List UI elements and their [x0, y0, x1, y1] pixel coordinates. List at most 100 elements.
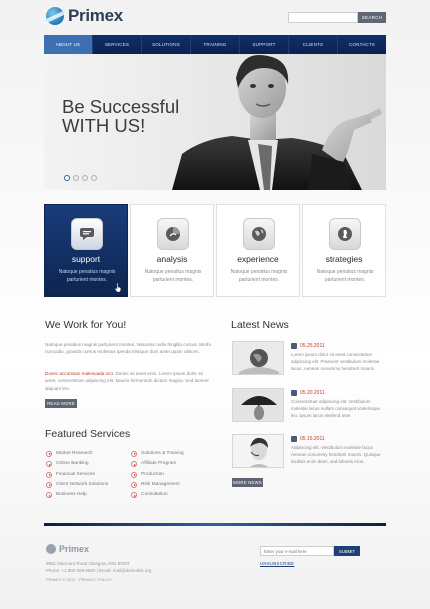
news-image-globe-hands[interactable]: [232, 341, 284, 375]
service-title: strategies: [325, 254, 363, 264]
pie-chart-icon: [157, 218, 189, 250]
service-title: support: [71, 254, 101, 264]
chess-icon: [329, 218, 361, 250]
list-item-label: Financial Services: [56, 471, 95, 477]
arrow-right-icon: [46, 461, 52, 468]
list-item-label: Online Banking: [56, 461, 89, 467]
work-link[interactable]: Donec accumsan malesuada orci.: [45, 371, 114, 376]
list-item[interactable]: Market Research: [46, 449, 108, 459]
news-date-text: 05.15.2011: [300, 436, 325, 442]
list-item-label: Affiliate Program: [141, 461, 177, 467]
list-item[interactable]: Client Network Solutions: [46, 480, 108, 490]
arrow-right-icon: [131, 482, 137, 489]
list-item[interactable]: Affiliate Program: [131, 459, 184, 469]
slider-dot[interactable]: [73, 175, 79, 181]
service-box-support[interactable]: support Natoque penatius magnis parturie…: [44, 204, 128, 297]
list-item-label: Solutions & Training: [141, 451, 184, 456]
list-item[interactable]: Production: [131, 470, 184, 480]
service-box-analysis[interactable]: analysis Natoque penatius magnis parturi…: [130, 204, 214, 297]
hero-slider: Be Successful WITH US!: [44, 54, 386, 190]
calendar-icon: [291, 343, 297, 349]
list-item-label: Client Network Solutions: [56, 481, 109, 487]
arrow-right-icon: [131, 492, 137, 499]
logo-globe-icon: [46, 7, 64, 25]
news-text: Adipiscing elit. Vestibulum molestie lac…: [291, 445, 381, 464]
nav-item-training[interactable]: TRAINING: [191, 35, 240, 54]
service-box-experience[interactable]: experience Natoque penatius magnis partu…: [216, 204, 300, 297]
list-item[interactable]: Financial Services: [46, 470, 108, 480]
hand-cursor-icon: [115, 283, 121, 292]
hero-businessman-image: [172, 54, 382, 190]
list-item-label: Business Help: [56, 492, 87, 498]
news-date: 05.15.2011: [291, 436, 325, 442]
nav-item-about-us[interactable]: ABOUT US: [44, 35, 93, 54]
footer-logo[interactable]: Primex: [46, 544, 89, 554]
list-item[interactable]: Online Banking: [46, 459, 108, 469]
arrow-right-icon: [131, 461, 137, 468]
read-more-button[interactable]: READ MORE: [45, 399, 77, 408]
newsletter-form: SUBMIT: [260, 546, 360, 556]
nav-item-clients[interactable]: CLIENTS: [289, 35, 338, 54]
footer-divider: [44, 523, 386, 526]
news-image-umbrella[interactable]: [232, 388, 284, 422]
list-item[interactable]: Consultation: [131, 490, 184, 500]
news-date: 05.25.2011: [291, 343, 325, 349]
news-image-headset-woman[interactable]: [232, 434, 284, 468]
service-title: experience: [237, 254, 279, 264]
footer-brand: Primex: [59, 544, 90, 554]
slider-dot[interactable]: [91, 175, 97, 181]
service-box-strategies[interactable]: strategies Natoque penatius magnis partu…: [302, 204, 386, 297]
nav-item-services[interactable]: SERVICES: [93, 35, 142, 54]
featured-list-right: Solutions & Training Affiliate Program P…: [131, 449, 184, 500]
search-input[interactable]: [288, 12, 358, 23]
unsubscribe-link[interactable]: UNSUBSCRIBE: [260, 561, 294, 566]
calendar-icon: [291, 436, 297, 442]
globe-icon: [243, 218, 275, 250]
search-button[interactable]: SEARCH: [358, 12, 386, 23]
nav-item-support[interactable]: SUPPORT: [240, 35, 289, 54]
newsletter-submit-button[interactable]: SUBMIT: [334, 546, 360, 556]
slider-dot[interactable]: [82, 175, 88, 181]
news-date-text: 05.20.2011: [300, 390, 325, 396]
news-text: Consectetuer adipiscing elit. Vestibulum…: [291, 399, 381, 418]
work-heading: We Work for You!: [45, 319, 127, 331]
nav-item-solutions[interactable]: SOLUTIONS: [142, 35, 191, 54]
list-item-label: Production: [141, 471, 164, 477]
hero-headline: Be Successful WITH US!: [62, 97, 179, 135]
hero-line-1: Be Successful: [62, 96, 180, 117]
page: Primex SEARCH ABOUT US SERVICES SOLUTION…: [0, 0, 430, 609]
list-item[interactable]: Business Help: [46, 490, 108, 500]
footer-contact: Phone: +1 800 559 6580 | Email: mail@dem…: [46, 568, 152, 573]
service-text: Natoque penatius magnis parturient monte…: [144, 269, 202, 283]
service-text: Natoque penatius magnis parturient monte…: [58, 269, 116, 283]
list-item-label: Market Research: [56, 451, 93, 456]
list-item[interactable]: Risk Management: [131, 480, 184, 490]
service-text: Natoque penatius magnis parturient monte…: [316, 269, 374, 283]
newsletter-email-input[interactable]: [260, 546, 334, 556]
footer-logo-icon: [46, 544, 56, 554]
more-news-button[interactable]: MORE NEWS: [232, 478, 263, 487]
news-heading: Latest News: [231, 319, 289, 331]
chat-icon: [71, 218, 103, 250]
work-paragraph-2: Donec accumsan malesuada orci. Donec sit…: [45, 370, 215, 392]
footer-copyright: PRIMEX © 2012 · PRIVACY POLICY: [46, 577, 112, 582]
service-title: analysis: [156, 254, 188, 264]
news-date: 05.20.2011: [291, 390, 325, 396]
news-text: Lorem ipsum dolor sit amet consectetuer …: [291, 352, 380, 371]
list-item-label: Risk Management: [141, 481, 180, 487]
hero-line-2: WITH US!: [62, 115, 146, 136]
service-text: Natoque penatius magnis parturient monte…: [230, 269, 288, 283]
slider-dot[interactable]: [64, 175, 70, 181]
list-item[interactable]: Solutions & Training: [131, 449, 184, 459]
slider-dots: [64, 175, 97, 181]
arrow-right-icon: [46, 482, 52, 489]
main-nav: ABOUT US SERVICES SOLUTIONS TRAINING SUP…: [44, 35, 386, 54]
calendar-icon: [291, 390, 297, 396]
footer-address: 9901 Marmora Road Glasgow, D04 89GR: [46, 561, 130, 566]
arrow-right-icon: [131, 451, 137, 458]
logo-text: Primex: [68, 6, 123, 25]
news-date-text: 05.25.2011: [300, 343, 325, 349]
logo[interactable]: Primex: [46, 6, 123, 26]
search-bar: SEARCH: [288, 12, 386, 23]
nav-item-contacts[interactable]: CONTACTS: [338, 35, 386, 54]
